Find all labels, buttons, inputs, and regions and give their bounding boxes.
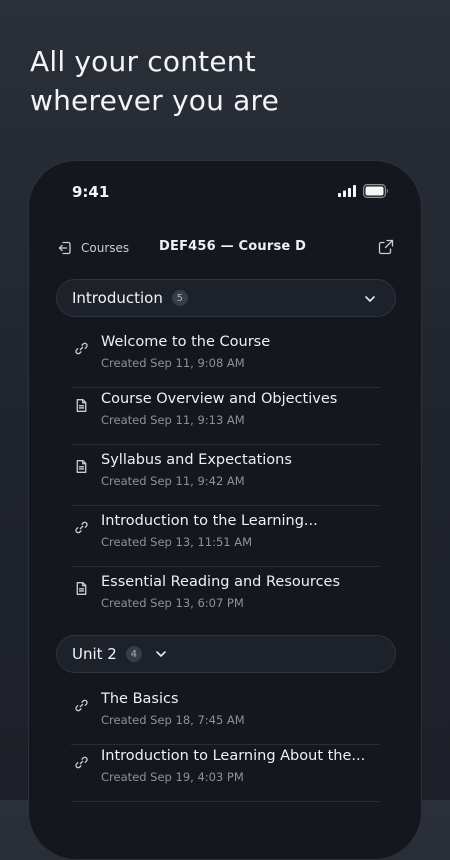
- item-created-date: Created Sep 11, 9:42 AM: [101, 474, 245, 488]
- section-header-unit-2[interactable]: Unit 2 4: [56, 635, 396, 673]
- section-title: Unit 2: [72, 645, 117, 663]
- link-icon: [75, 521, 88, 534]
- item-created-date: Created Sep 11, 9:13 AM: [101, 413, 245, 427]
- item-count-badge: 5: [171, 290, 188, 306]
- exit-arrow-icon: [58, 241, 71, 255]
- list-item[interactable]: Introduction to the Learning... Created …: [71, 506, 380, 567]
- item-created-date: Created Sep 11, 9:08 AM: [101, 356, 245, 370]
- back-label: Courses: [81, 241, 130, 255]
- list-item[interactable]: Course Overview and Objectives Created S…: [71, 384, 380, 445]
- item-created-date: Created Sep 13, 11:51 AM: [101, 535, 253, 549]
- headline: All your content wherever you are: [30, 42, 420, 120]
- list-item[interactable]: Welcome to the Course Created Sep 11, 9:…: [71, 327, 380, 388]
- cellular-signal-icon: [338, 185, 356, 197]
- back-to-courses-button[interactable]: Courses: [57, 239, 129, 257]
- list-item[interactable]: Syllabus and Expectations Created Sep 11…: [71, 445, 380, 506]
- battery-icon: [363, 184, 388, 198]
- item-title: Course Overview and Objectives: [101, 391, 338, 407]
- item-title: Welcome to the Course: [101, 334, 271, 350]
- list-item[interactable]: Essential Reading and Resources Created …: [71, 567, 380, 628]
- item-created-date: Created Sep 19, 4:03 PM: [101, 770, 244, 784]
- item-count-badge: 4: [125, 646, 142, 662]
- list-item[interactable]: The Basics Created Sep 18, 7:45 AM: [71, 684, 380, 745]
- phone-frame: 9:41 Courses DEF456 — Course D Introduct…: [28, 160, 422, 860]
- item-title: Introduction to the Learning...: [101, 513, 318, 529]
- item-title: Introduction to Learning About the...: [101, 748, 366, 764]
- item-title: The Basics: [101, 691, 179, 707]
- item-title: Syllabus and Expectations: [101, 452, 292, 468]
- status-bar: 9:41: [29, 161, 421, 221]
- link-icon: [75, 699, 88, 712]
- item-title: Essential Reading and Resources: [101, 574, 341, 590]
- chevron-down-icon: [156, 651, 166, 657]
- document-icon: [76, 582, 87, 595]
- headline-line-1: All your content: [30, 45, 256, 78]
- list-item[interactable]: Introduction to Learning About the... Cr…: [71, 741, 380, 802]
- course-title: DEF456 — Course D: [159, 239, 307, 254]
- headline-line-2: wherever you are: [30, 84, 280, 117]
- link-icon: [75, 756, 88, 769]
- link-icon: [75, 342, 88, 355]
- course-nav-bar: Courses DEF456 — Course D: [29, 231, 421, 265]
- document-icon: [76, 399, 87, 412]
- document-icon: [76, 460, 87, 473]
- section-title: Introduction: [72, 289, 163, 307]
- status-time: 9:41: [72, 183, 110, 201]
- divider: [71, 801, 380, 802]
- item-created-date: Created Sep 13, 6:07 PM: [101, 596, 244, 610]
- chevron-down-icon: [365, 296, 375, 302]
- open-external-icon[interactable]: [377, 238, 395, 256]
- item-created-date: Created Sep 18, 7:45 AM: [101, 713, 245, 727]
- section-header-introduction[interactable]: Introduction 5: [56, 279, 396, 317]
